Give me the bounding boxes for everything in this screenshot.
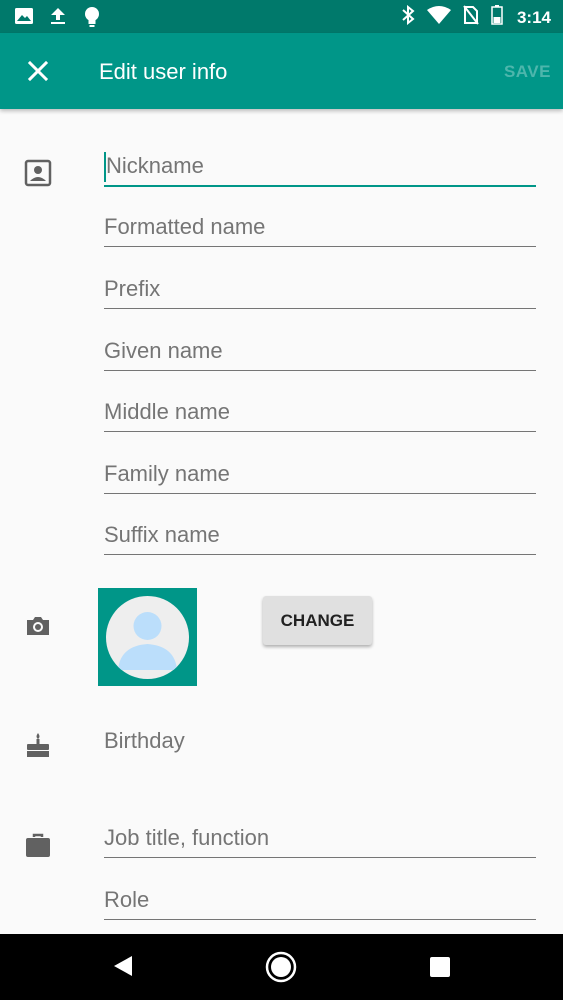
- middle-name-field[interactable]: Middle name: [104, 391, 536, 432]
- birthday-field[interactable]: Birthday: [104, 728, 185, 754]
- image-icon: [14, 6, 34, 33]
- lightbulb-icon: [82, 6, 102, 33]
- change-photo-button[interactable]: CHANGE: [263, 596, 372, 645]
- formatted-name-placeholder: Formatted name: [104, 214, 266, 239]
- avatar: [106, 596, 189, 679]
- formatted-name-field[interactable]: Formatted name: [104, 206, 536, 247]
- person-silhouette-icon: [106, 612, 189, 679]
- camera-icon: [24, 612, 52, 640]
- upload-icon: [48, 6, 68, 33]
- back-button[interactable]: [112, 954, 134, 983]
- job-title-field[interactable]: Job title, function: [104, 817, 536, 858]
- status-bar: 3:14: [0, 0, 563, 33]
- user-photo[interactable]: [98, 588, 197, 686]
- recents-button[interactable]: [429, 956, 451, 983]
- no-sim-icon: [463, 5, 479, 30]
- role-field[interactable]: Role: [104, 879, 536, 920]
- job-title-placeholder: Job title, function: [104, 825, 270, 850]
- close-button[interactable]: [22, 55, 54, 87]
- home-circle-icon: [265, 951, 297, 987]
- family-name-placeholder: Family name: [104, 461, 230, 486]
- status-time: 3:14: [516, 7, 551, 27]
- family-name-field[interactable]: Family name: [104, 453, 536, 494]
- prefix-placeholder: Prefix: [104, 276, 161, 301]
- prefix-field[interactable]: Prefix: [104, 268, 536, 309]
- briefcase-icon: [24, 831, 52, 859]
- given-name-field[interactable]: Given name: [104, 330, 536, 371]
- recents-square-icon: [429, 957, 451, 982]
- back-triangle-icon: [112, 956, 134, 982]
- nickname-field[interactable]: Nickname: [104, 145, 536, 187]
- bluetooth-icon: [401, 4, 415, 30]
- navigation-bar: [0, 934, 563, 1000]
- battery-icon: [491, 5, 503, 30]
- save-button[interactable]: SAVE: [504, 62, 551, 82]
- contact-card-icon: [24, 159, 52, 187]
- given-name-placeholder: Given name: [104, 338, 223, 363]
- home-button[interactable]: [265, 951, 297, 988]
- page-title: Edit user info: [99, 59, 228, 84]
- cake-icon: [24, 731, 52, 759]
- close-icon: [22, 60, 54, 91]
- role-placeholder: Role: [104, 887, 150, 912]
- middle-name-placeholder: Middle name: [104, 399, 230, 424]
- wifi-icon: [426, 6, 451, 29]
- suffix-name-placeholder: Suffix name: [104, 522, 220, 547]
- suffix-name-field[interactable]: Suffix name: [104, 514, 536, 555]
- nickname-placeholder: Nickname: [106, 153, 204, 178]
- app-bar: Edit user info SAVE: [0, 33, 563, 109]
